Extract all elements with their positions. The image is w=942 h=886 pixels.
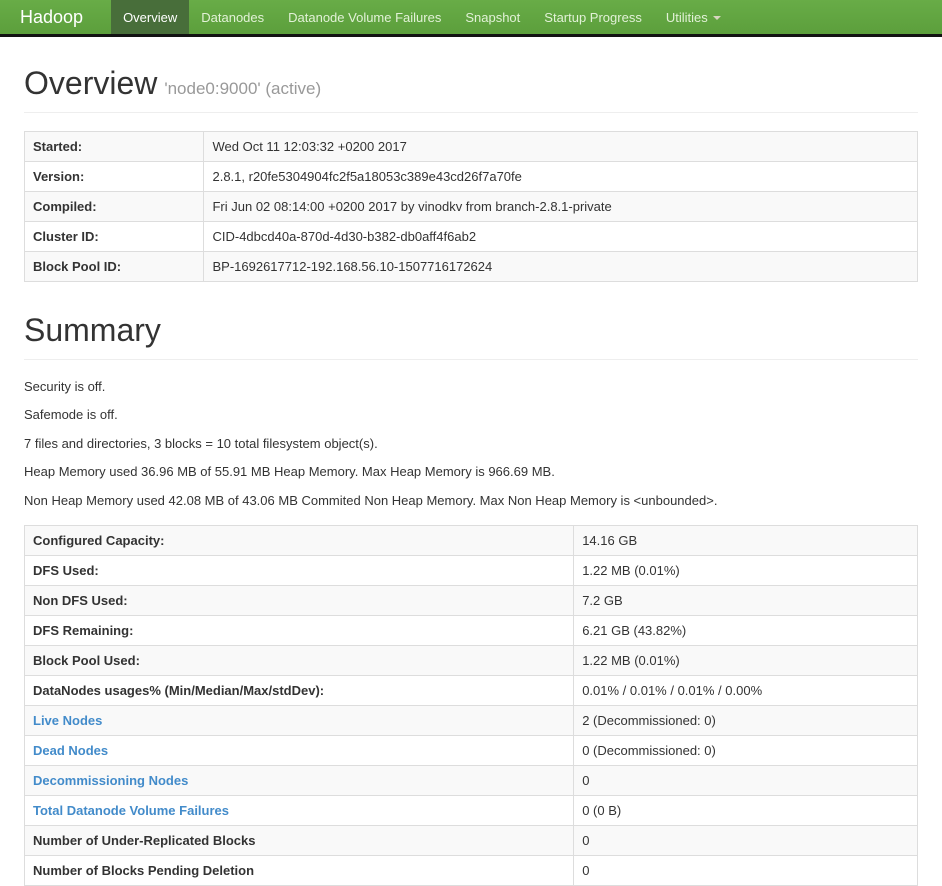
- row-value: 2 (Decommissioned: 0): [573, 705, 918, 737]
- nav-item-startup-progress[interactable]: Startup Progress: [532, 0, 654, 34]
- table-row: Configured Capacity: 14.16 GB: [23, 525, 918, 557]
- main-content: Overview 'node0:9000' (active) Started: We…: [0, 65, 942, 886]
- nav-menu: Overview Datanodes Datanode Volume Failure…: [111, 0, 733, 34]
- row-value: 0.01% / 0.01% / 0.01% / 0.00%: [573, 675, 918, 707]
- table-row: Non DFS Used: 7.2 GB: [23, 585, 918, 617]
- row-label-live-nodes: Live Nodes: [23, 705, 575, 737]
- nav-item-overview[interactable]: Overview: [111, 0, 190, 34]
- table-row: Block Pool Used: 1.22 MB (0.01%): [23, 645, 918, 677]
- nav-label: Datanodes: [201, 9, 265, 25]
- table-row: DFS Used: 1.22 MB (0.01%): [23, 555, 918, 587]
- table-row: Live Nodes 2 (Decommissioned: 0): [23, 705, 918, 737]
- summary-paragraph: Heap Memory used 36.96 MB of 55.91 MB He…: [24, 464, 555, 480]
- summary-paragraphs: Security is off. Safemode is off. 7 files …: [24, 378, 918, 510]
- page-title: Overview 'node0:9000' (active): [24, 65, 918, 102]
- nav-item-snapshot[interactable]: Snapshot: [453, 0, 532, 34]
- row-label-dfs-used: DFS Used:: [23, 555, 575, 587]
- summary-paragraph: Security is off.: [24, 378, 106, 394]
- nav-link-datanodes[interactable]: Datanodes: [189, 0, 276, 34]
- row-label-non-dfs-used: Non DFS Used:: [23, 585, 575, 617]
- row-label-version: Version:: [23, 160, 205, 192]
- navbar: Hadoop Overview Datanodes Datanode Volume …: [0, 0, 942, 37]
- row-label-number-of-blocks-pending-deletion: Number of Blocks Pending Deletion: [23, 855, 575, 886]
- nav-label: Snapshot: [465, 9, 521, 25]
- row-value: 2.8.1, r20fe5304904fc2f5a18053c389e43cd2…: [203, 160, 918, 192]
- nav-link-datanode-volume-failures[interactable]: Datanode Volume Failures: [276, 0, 453, 34]
- table-row: Number of Blocks Pending Deletion 0: [23, 855, 918, 886]
- row-value: 1.22 MB (0.01%): [573, 555, 918, 587]
- row-value: 0: [573, 765, 918, 797]
- table-row: Block Pool ID: BP-1692617712-192.168.56.1…: [23, 250, 918, 282]
- row-value: 1.22 MB (0.01%): [573, 645, 918, 677]
- nav-label: Utilities: [665, 9, 708, 25]
- nav-link-utilities[interactable]: Utilities: [654, 0, 733, 34]
- live-nodes-link[interactable]: Live Nodes: [33, 713, 102, 728]
- total-datanode-volume-failures-link[interactable]: Total Datanode Volume Failures: [33, 803, 229, 818]
- table-row: Number of Under-Replicated Blocks 0: [23, 825, 918, 857]
- dead-nodes-link[interactable]: Dead Nodes: [33, 743, 108, 758]
- row-value: 0 (Decommissioned: 0): [573, 735, 918, 767]
- row-label-cluster-id: Cluster ID:: [23, 220, 205, 252]
- namenode-address: 'node0:9000' (active): [164, 79, 322, 98]
- row-label-block-pool-id: Block Pool ID:: [23, 250, 205, 282]
- caret-down-icon: [712, 15, 721, 20]
- table-row: Total Datanode Volume Failures 0 (0 B): [23, 795, 918, 827]
- nav-link-startup-progress[interactable]: Startup Progress: [532, 0, 654, 34]
- summary-title: Summary: [24, 311, 161, 348]
- row-value: Fri Jun 02 08:14:00 +0200 2017 by vinodk…: [203, 190, 918, 222]
- table-row: Version: 2.8.1, r20fe5304904fc2f5a18053c3…: [23, 160, 918, 192]
- nav-link-overview[interactable]: Overview: [111, 0, 190, 34]
- row-label-dead-nodes: Dead Nodes: [23, 735, 575, 767]
- row-value: CID-4dbcd40a-870d-4d30-b382-db0aff4f6ab2: [203, 220, 918, 252]
- table-row: Started: Wed Oct 11 12:03:32 +0200 2017: [23, 130, 918, 162]
- table-row: DFS Remaining: 6.21 GB (43.82%): [23, 615, 918, 647]
- table-row: Dead Nodes 0 (Decommissioned: 0): [23, 735, 918, 767]
- summary-page-header: Summary: [24, 312, 918, 360]
- summary-paragraph: Safemode is off.: [24, 407, 118, 423]
- table-row: DataNodes usages% (Min/Median/Max/stdDev…: [23, 675, 918, 707]
- decommissioning-nodes-link[interactable]: Decommissioning Nodes: [33, 773, 188, 788]
- summary-paragraph: 7 files and directories, 3 blocks = 10 t…: [24, 435, 378, 451]
- summary-table: Configured Capacity: 14.16 GB DFS Used: 1.2…: [23, 525, 918, 886]
- nav-label: Overview: [123, 9, 178, 25]
- page-title-text: Overview: [24, 65, 158, 101]
- row-label-started: Started:: [23, 130, 205, 162]
- row-value: Wed Oct 11 12:03:32 +0200 2017: [203, 130, 918, 162]
- summary-paragraph: Non Heap Memory used 42.08 MB of 43.06 M…: [24, 492, 718, 508]
- row-value: 0: [573, 855, 918, 886]
- row-label-datanodes-usages-min-median-max-stddev: DataNodes usages% (Min/Median/Max/stdDev…: [23, 675, 575, 707]
- row-label-block-pool-used: Block Pool Used:: [23, 645, 575, 677]
- table-row: Decommissioning Nodes 0: [23, 765, 918, 797]
- nav-item-datanodes[interactable]: Datanodes: [189, 0, 276, 34]
- row-value: 7.2 GB: [573, 585, 918, 617]
- overview-table: Started: Wed Oct 11 12:03:32 +0200 2017 Ve…: [23, 130, 918, 282]
- nav-item-datanode-volume-failures[interactable]: Datanode Volume Failures: [276, 0, 453, 34]
- row-value: 0: [573, 825, 918, 857]
- row-label-decommissioning-nodes: Decommissioning Nodes: [23, 765, 575, 797]
- nav-label: Datanode Volume Failures: [288, 9, 442, 25]
- overview-page-header: Overview 'node0:9000' (active): [24, 65, 918, 113]
- row-value: 6.21 GB (43.82%): [573, 615, 918, 647]
- nav-item-utilities[interactable]: Utilities: [654, 0, 733, 34]
- nav-link-snapshot[interactable]: Snapshot: [453, 0, 532, 34]
- table-row: Compiled: Fri Jun 02 08:14:00 +0200 2017 …: [23, 190, 918, 222]
- row-label-compiled: Compiled:: [23, 190, 205, 222]
- brand-hadoop[interactable]: Hadoop: [0, 0, 99, 34]
- row-label-configured-capacity: Configured Capacity:: [23, 525, 575, 557]
- row-value: 0 (0 B): [573, 795, 918, 827]
- row-label-total-datanode-volume-failures: Total Datanode Volume Failures: [23, 795, 575, 827]
- row-value: 14.16 GB: [573, 525, 918, 557]
- row-label-dfs-remaining: DFS Remaining:: [23, 615, 575, 647]
- nav-label: Startup Progress: [544, 9, 642, 25]
- row-label-number-of-under-replicated-blocks: Number of Under-Replicated Blocks: [23, 825, 575, 857]
- row-value: BP-1692617712-192.168.56.10-150771617262…: [203, 250, 918, 282]
- table-row: Cluster ID: CID-4dbcd40a-870d-4d30-b382-d…: [23, 220, 918, 252]
